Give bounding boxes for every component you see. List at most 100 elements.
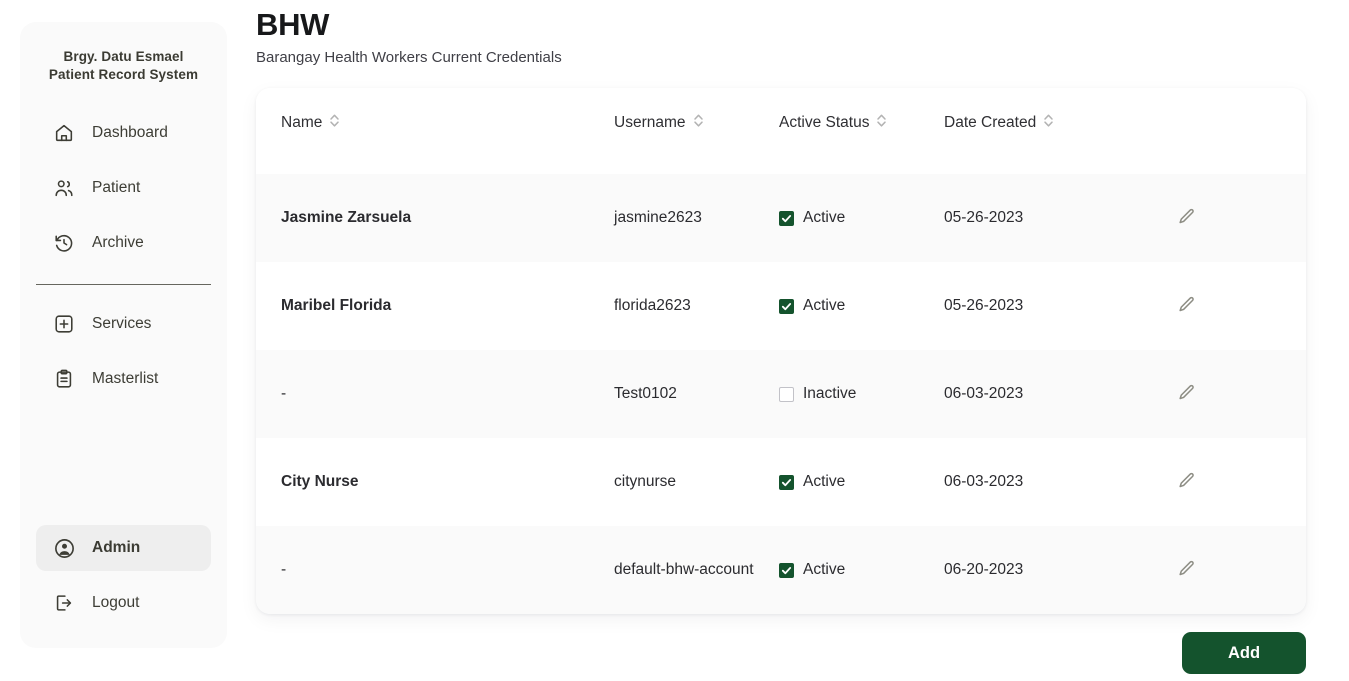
account-circle-icon bbox=[52, 536, 76, 560]
cell-username: jasmine2623 bbox=[614, 174, 779, 263]
sidebar-item-label: Logout bbox=[92, 594, 140, 611]
column-header-date-created[interactable]: Date Created bbox=[944, 88, 1159, 175]
status-checkbox[interactable] bbox=[779, 562, 794, 578]
cell-active-status: Active bbox=[779, 526, 944, 615]
sort-chevron-icon[interactable] bbox=[329, 113, 340, 133]
bhw-table-card: Name Username Active Status Date Created… bbox=[256, 88, 1306, 615]
column-header-actions bbox=[1159, 88, 1306, 175]
cell-date-created: 06-20-2023 bbox=[944, 526, 1159, 615]
sidebar-item-label: Archive bbox=[92, 234, 144, 252]
sort-chevron-icon[interactable] bbox=[693, 113, 704, 133]
sort-chevron-icon[interactable] bbox=[1043, 113, 1054, 133]
cell-actions bbox=[1159, 350, 1306, 439]
sidebar-item-masterlist[interactable]: Masterlist bbox=[36, 356, 211, 402]
page-title: BHW bbox=[256, 7, 330, 42]
sidebar-item-services[interactable]: Services bbox=[36, 301, 211, 347]
cell-active-status: Active bbox=[779, 438, 944, 527]
sidebar-item-label: Services bbox=[92, 315, 152, 333]
column-header-label: Active Status bbox=[779, 114, 870, 132]
cell-name: Maribel Florida bbox=[256, 262, 614, 351]
table-row[interactable]: City Nurse citynurse Active 06-03-2023 bbox=[256, 438, 1306, 527]
pencil-icon bbox=[1177, 559, 1196, 581]
table-header-row: Name Username Active Status Date Created bbox=[256, 88, 1306, 175]
cell-username: Test0102 bbox=[614, 350, 779, 439]
logout-icon bbox=[52, 591, 76, 615]
column-header-active-status[interactable]: Active Status bbox=[779, 88, 944, 175]
sidebar-item-admin[interactable]: Admin bbox=[36, 525, 211, 571]
column-header-label: Date Created bbox=[944, 114, 1037, 132]
table-row[interactable]: Maribel Florida florida2623 Active 05-26… bbox=[256, 262, 1306, 351]
table-row[interactable]: Jasmine Zarsuela jasmine2623 Active 05-2… bbox=[256, 174, 1306, 263]
status-checkbox[interactable] bbox=[779, 386, 794, 402]
home-icon bbox=[52, 121, 76, 145]
cell-active-status: Active bbox=[779, 174, 944, 263]
clipboard-icon bbox=[52, 367, 76, 391]
status-label: Active bbox=[803, 297, 846, 315]
cell-name: - bbox=[256, 350, 614, 439]
pencil-icon bbox=[1177, 207, 1196, 229]
pencil-icon bbox=[1177, 295, 1196, 317]
sidebar-nav-account: Admin Logout bbox=[20, 525, 227, 626]
table-footer: Add bbox=[256, 632, 1306, 675]
sidebar-item-dashboard[interactable]: Dashboard bbox=[36, 110, 211, 156]
page-subtitle: Barangay Health Workers Current Credenti… bbox=[256, 49, 562, 67]
cell-username: default-bhw-account bbox=[614, 526, 779, 615]
cell-active-status: Inactive bbox=[779, 350, 944, 439]
sidebar-item-label: Admin bbox=[92, 539, 141, 556]
brand-line-1: Brgy. Datu Esmael bbox=[63, 49, 184, 64]
sidebar-item-label: Masterlist bbox=[92, 370, 159, 388]
brand-title: Brgy. Datu Esmael Patient Record System bbox=[20, 48, 227, 84]
table-body: Jasmine Zarsuela jasmine2623 Active 05-2… bbox=[256, 174, 1306, 615]
edit-row-button[interactable] bbox=[1173, 469, 1199, 495]
status-label: Active bbox=[803, 473, 846, 491]
edit-row-button[interactable] bbox=[1173, 205, 1199, 231]
sidebar-item-archive[interactable]: Archive bbox=[36, 220, 211, 266]
status-label: Inactive bbox=[803, 385, 857, 403]
users-icon bbox=[52, 176, 76, 200]
sort-chevron-icon[interactable] bbox=[876, 113, 887, 133]
status-checkbox[interactable] bbox=[779, 298, 794, 314]
cell-actions bbox=[1159, 526, 1306, 615]
edit-row-button[interactable] bbox=[1173, 557, 1199, 583]
table-head: Name Username Active Status Date Created bbox=[256, 88, 1306, 175]
cell-actions bbox=[1159, 174, 1306, 263]
cell-date-created: 06-03-2023 bbox=[944, 350, 1159, 439]
sidebar-item-patient[interactable]: Patient bbox=[36, 165, 211, 211]
table-row[interactable]: - Test0102 Inactive 06-03-2023 bbox=[256, 350, 1306, 439]
status-label: Active bbox=[803, 209, 846, 227]
cell-username: citynurse bbox=[614, 438, 779, 527]
status-checkbox[interactable] bbox=[779, 474, 794, 490]
add-button[interactable]: Add bbox=[1182, 632, 1306, 675]
column-header-label: Username bbox=[614, 114, 686, 132]
column-header-username[interactable]: Username bbox=[614, 88, 779, 175]
sidebar: Brgy. Datu Esmael Patient Record System … bbox=[20, 22, 227, 648]
cell-actions bbox=[1159, 438, 1306, 527]
sidebar-item-label: Dashboard bbox=[92, 124, 168, 142]
sidebar-nav-primary: Dashboard Patient Archive bbox=[20, 110, 227, 266]
status-checkbox[interactable] bbox=[779, 210, 794, 226]
edit-row-button[interactable] bbox=[1173, 381, 1199, 407]
column-header-name[interactable]: Name bbox=[256, 88, 614, 175]
medical-cross-icon bbox=[52, 312, 76, 336]
cell-name: Jasmine Zarsuela bbox=[256, 174, 614, 263]
sidebar-item-label: Patient bbox=[92, 179, 141, 197]
brand-line-2: Patient Record System bbox=[48, 67, 199, 83]
bhw-table: Name Username Active Status Date Created… bbox=[256, 88, 1306, 615]
history-icon bbox=[52, 231, 76, 255]
cell-date-created: 05-26-2023 bbox=[944, 262, 1159, 351]
table-row[interactable]: - default-bhw-account Active 06-20-2023 bbox=[256, 526, 1306, 615]
pencil-icon bbox=[1177, 471, 1196, 493]
cell-date-created: 06-03-2023 bbox=[944, 438, 1159, 527]
sidebar-nav-secondary: Services Masterlist bbox=[20, 301, 227, 402]
cell-name: - bbox=[256, 526, 614, 615]
main-content: BHW Barangay Health Workers Current Cred… bbox=[256, 0, 1326, 681]
cell-name: City Nurse bbox=[256, 438, 614, 527]
sidebar-item-logout[interactable]: Logout bbox=[36, 580, 211, 626]
cell-active-status: Active bbox=[779, 262, 944, 351]
sidebar-divider bbox=[36, 284, 211, 286]
status-label: Active bbox=[803, 561, 846, 579]
cell-date-created: 05-26-2023 bbox=[944, 174, 1159, 263]
edit-row-button[interactable] bbox=[1173, 293, 1199, 319]
pencil-icon bbox=[1177, 383, 1196, 405]
column-header-label: Name bbox=[281, 114, 323, 132]
